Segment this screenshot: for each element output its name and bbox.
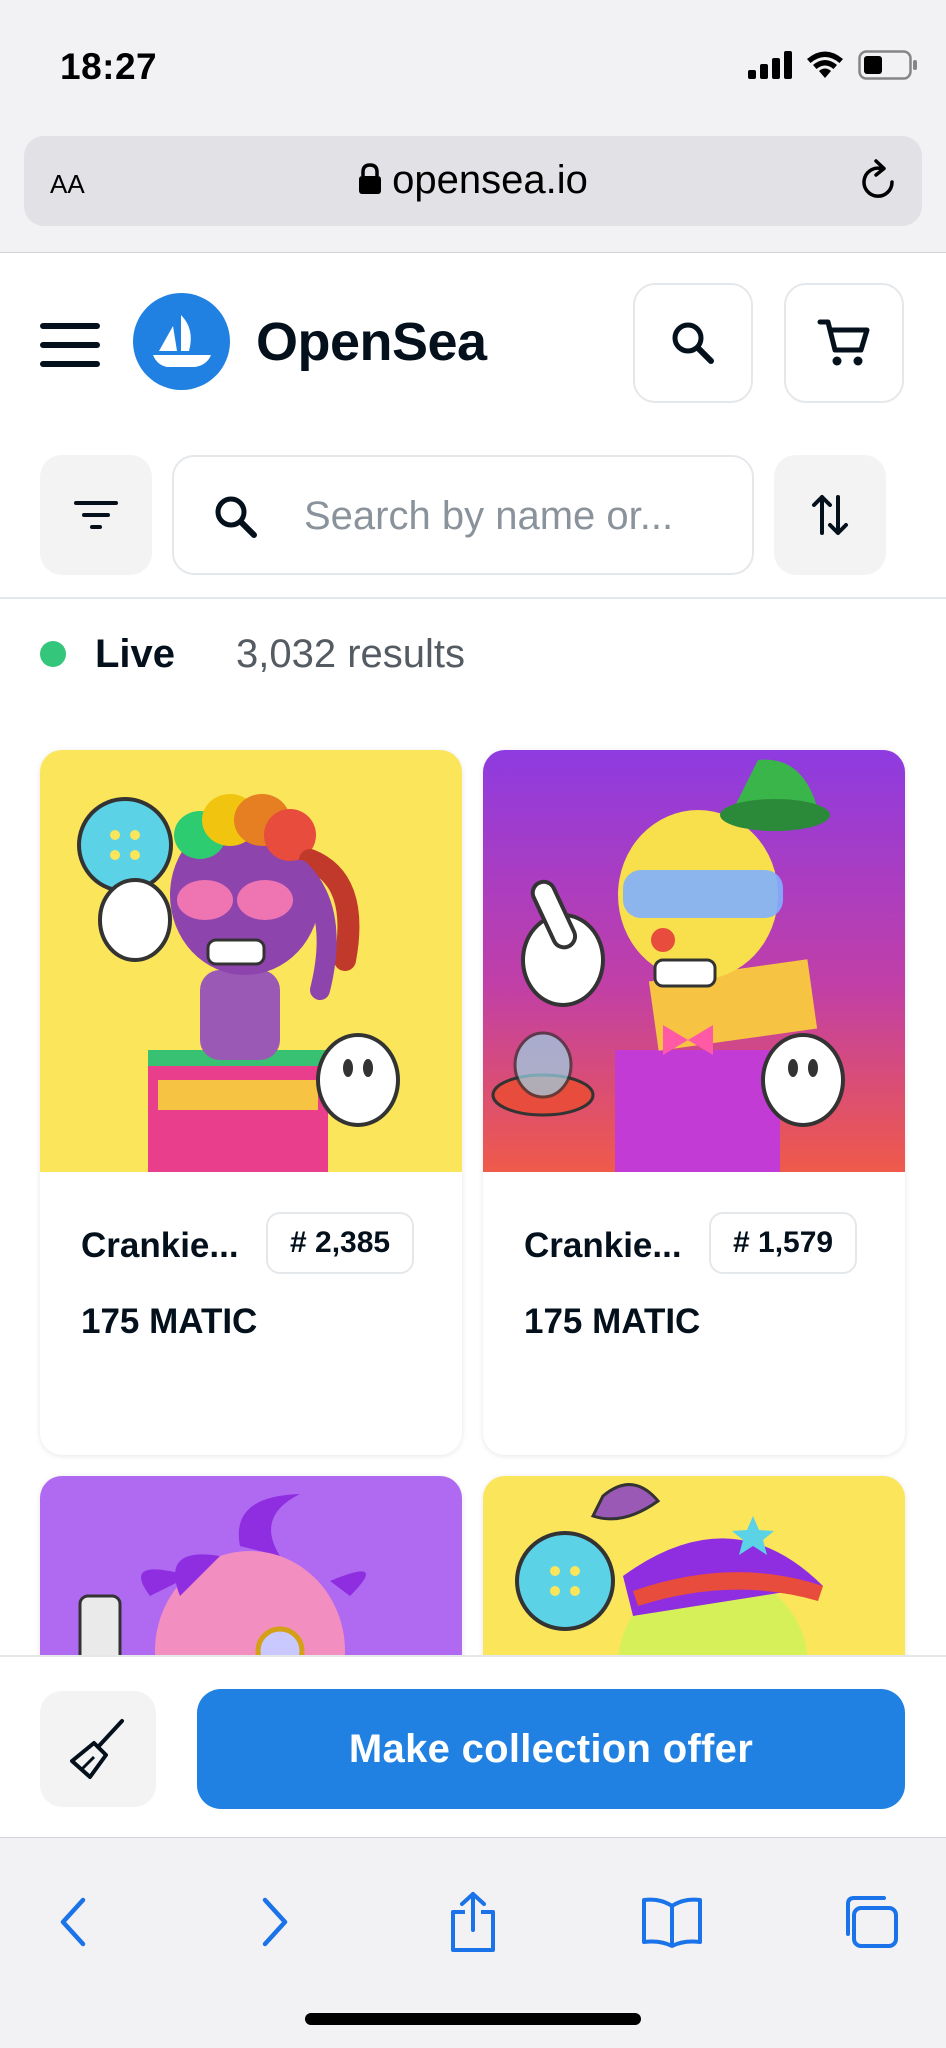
- back-button[interactable]: [33, 1882, 113, 1962]
- filter-button[interactable]: [40, 455, 152, 575]
- results-count: 3,032 results: [236, 632, 466, 676]
- sweep-button[interactable]: [40, 1691, 156, 1807]
- reload-button[interactable]: [856, 158, 900, 209]
- nft-card[interactable]: Crankie... # 2,385 175 MATIC: [40, 750, 462, 1455]
- nft-token-badge: # 1,579: [709, 1212, 858, 1274]
- battery-icon: [858, 50, 917, 80]
- status-bar: 18:27: [0, 0, 946, 132]
- filter-row: [0, 433, 946, 599]
- nft-name: Crankie...: [81, 1226, 239, 1265]
- wifi-icon: [807, 51, 843, 78]
- nft-image[interactable]: [483, 750, 905, 1172]
- nft-image[interactable]: [40, 750, 462, 1172]
- bookmarks-button[interactable]: [632, 1882, 712, 1962]
- browser-address-area: AA opensea.io: [0, 132, 946, 253]
- tabs-icon: [846, 1896, 898, 1948]
- live-label: Live: [95, 632, 176, 676]
- nft-token-badge: # 2,385: [266, 1212, 415, 1274]
- cellular-signal-icon: [748, 51, 792, 79]
- cart-icon: [817, 319, 870, 366]
- back-icon: [60, 1897, 86, 1947]
- filter-icon: [74, 501, 118, 529]
- site-header: OpenSea: [0, 253, 946, 433]
- cart-button[interactable]: [784, 283, 904, 403]
- bottom-action-bar: Make collection offer: [0, 1655, 946, 1837]
- hamburger-menu-icon[interactable]: [40, 323, 100, 367]
- tabs-button[interactable]: [830, 1882, 910, 1962]
- nft-card[interactable]: Crankie... # 1,579 175 MATIC: [483, 750, 905, 1455]
- make-collection-offer-button[interactable]: Make collection offer: [197, 1689, 905, 1809]
- address-bar[interactable]: AA opensea.io: [24, 136, 922, 226]
- search-input[interactable]: [304, 485, 734, 547]
- opensea-logo-icon[interactable]: [133, 293, 230, 390]
- results-summary: Live 3,032 results: [0, 600, 946, 710]
- sweep-broom-icon: [70, 1719, 124, 1779]
- lock-icon: [359, 163, 382, 194]
- header-search-button[interactable]: [633, 283, 753, 403]
- nft-price: 175 MATIC: [524, 1302, 701, 1341]
- home-indicator: [305, 2013, 641, 2025]
- sort-button[interactable]: [774, 455, 886, 575]
- forward-button[interactable]: [235, 1882, 315, 1962]
- share-icon: [451, 1892, 495, 1952]
- share-button[interactable]: [433, 1882, 513, 1962]
- status-icons: [748, 50, 918, 80]
- forward-icon: [262, 1897, 288, 1947]
- reload-icon: [862, 159, 894, 198]
- url-text: opensea.io: [392, 158, 588, 202]
- nft-price: 175 MATIC: [81, 1302, 258, 1341]
- search-box[interactable]: [172, 455, 754, 575]
- bookmarks-icon: [642, 1897, 702, 1948]
- brand-name[interactable]: OpenSea: [256, 311, 487, 373]
- search-icon: [215, 496, 257, 538]
- nft-name: Crankie...: [524, 1226, 682, 1265]
- url-field[interactable]: opensea.io: [24, 158, 922, 203]
- browser-toolbar: [0, 1837, 946, 2048]
- status-time: 18:27: [60, 46, 158, 87]
- search-icon: [672, 322, 714, 364]
- sort-arrows-icon: [812, 495, 848, 535]
- live-indicator-dot: [40, 641, 66, 667]
